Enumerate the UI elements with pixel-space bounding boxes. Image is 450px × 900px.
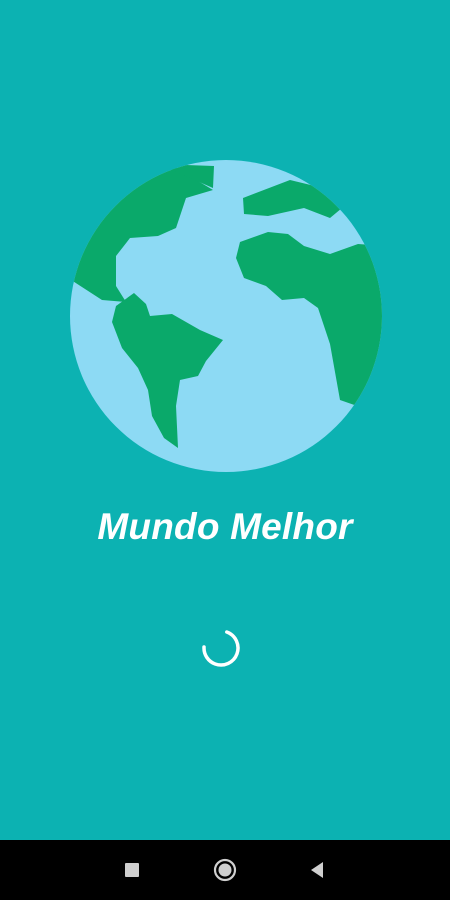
system-navigation-bar	[0, 840, 450, 900]
back-button[interactable]	[305, 858, 329, 882]
recents-button[interactable]	[120, 858, 144, 882]
loading-spinner	[197, 624, 245, 672]
back-triangle-icon	[311, 862, 323, 878]
app-title: Mundo Melhor	[97, 506, 353, 547]
home-button[interactable]	[213, 858, 237, 882]
home-circle-icon	[213, 858, 237, 882]
recents-square-icon	[125, 863, 139, 877]
globe-icon	[68, 158, 384, 474]
splash-screen: Mundo Melhor	[0, 0, 450, 840]
